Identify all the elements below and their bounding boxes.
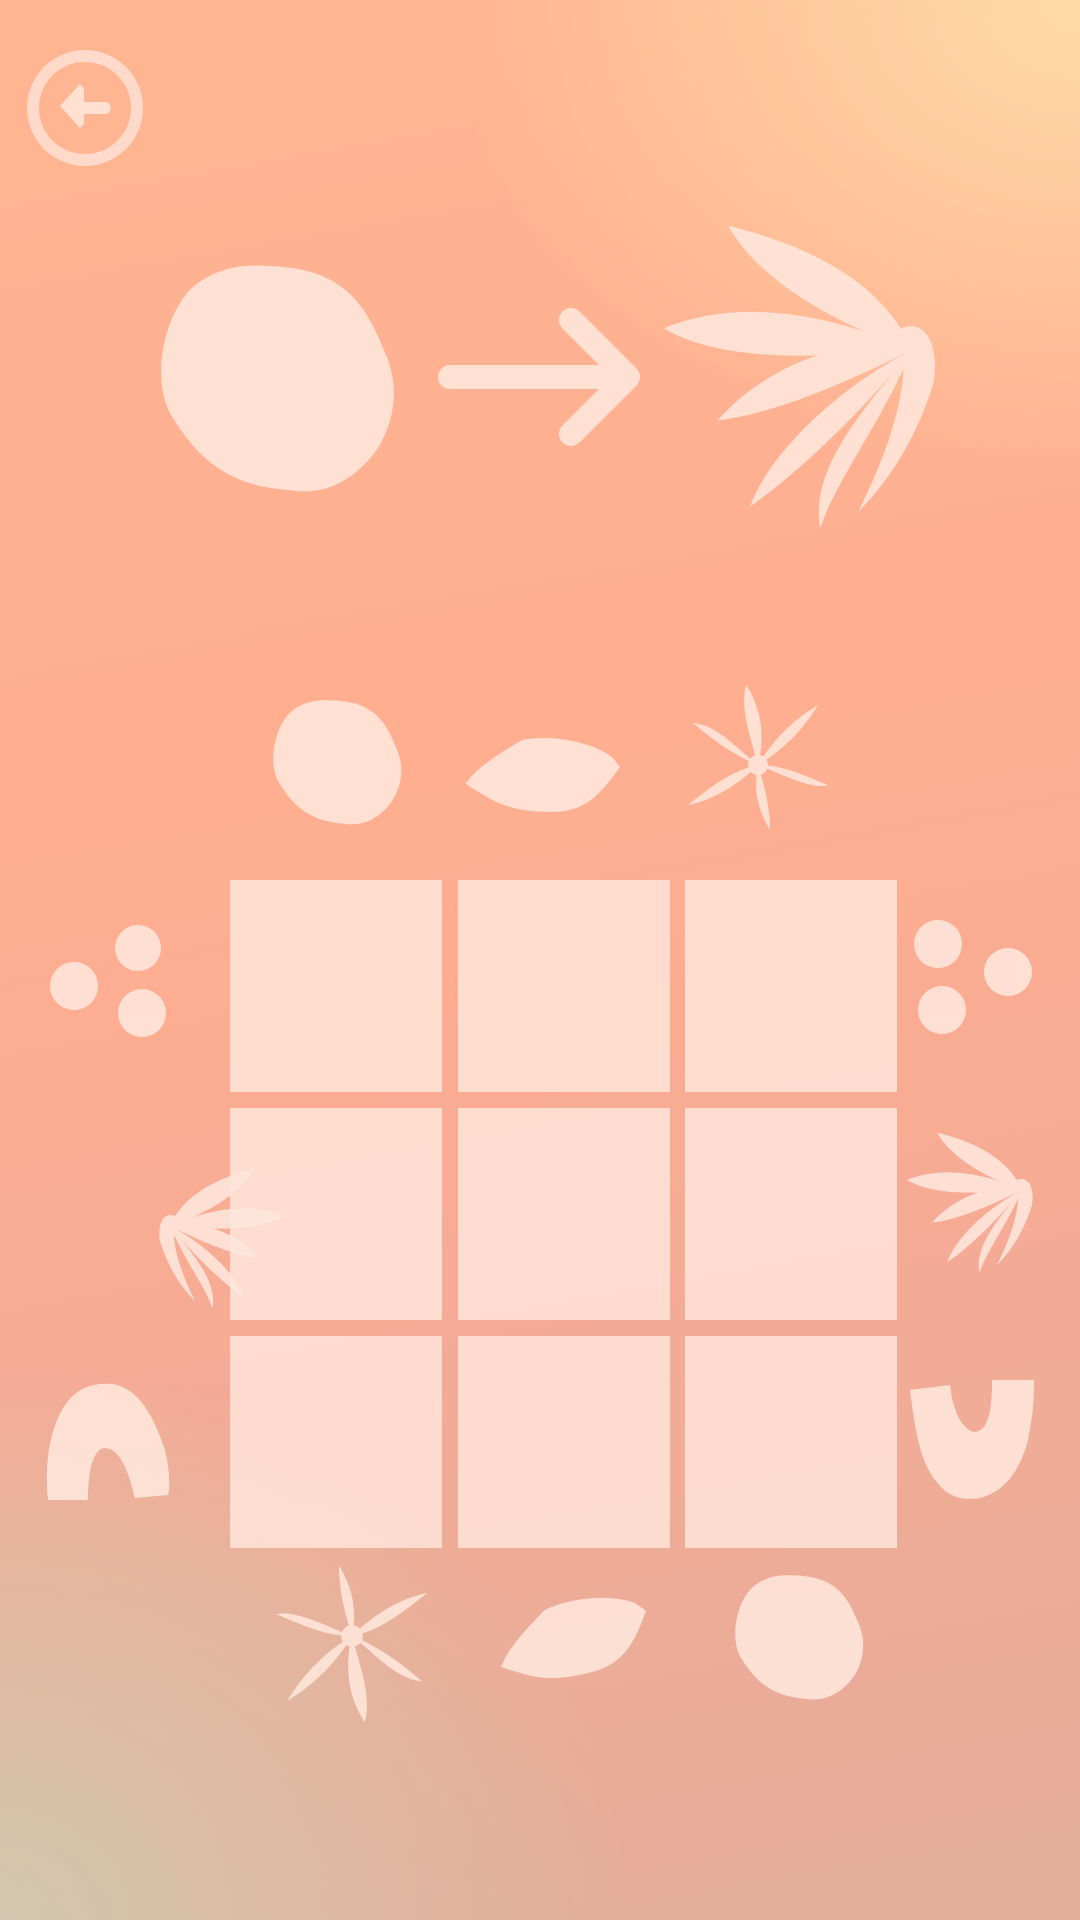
grid-cell-r3-c2[interactable]	[458, 1336, 670, 1548]
grid-cell-r2-c2[interactable]	[458, 1108, 670, 1320]
bottom-clue-lens-blob-icon	[489, 1582, 658, 1695]
right-arrow-icon	[438, 308, 640, 446]
grid-cell-r1-c1[interactable]	[230, 880, 442, 1092]
game-board	[27, 50, 1034, 1723]
puzzle-grid	[230, 880, 897, 1548]
top-clue-star-flower-icon	[688, 685, 828, 830]
back-arrow-icon	[60, 84, 111, 128]
grid-cell-r3-c1[interactable]	[230, 1336, 442, 1548]
left-clue-arch-icon	[46, 1383, 170, 1500]
grid-cell-r1-c2[interactable]	[458, 880, 670, 1092]
bottom-clue-star-flower-icon	[276, 1565, 428, 1723]
bottom-clue-round-blob-icon	[735, 1575, 864, 1700]
rule-display	[161, 225, 935, 529]
bottom-clues	[276, 1565, 864, 1723]
grid-cell-r3-c3[interactable]	[685, 1336, 897, 1548]
top-clues	[273, 685, 828, 830]
right-clues	[907, 920, 1034, 1499]
right-clue-leaf-icon	[907, 1132, 1033, 1273]
top-clue-lens-blob-icon	[465, 737, 620, 812]
right-clue-cup-icon	[910, 1380, 1034, 1499]
grid-cell-r2-c3[interactable]	[685, 1108, 897, 1320]
rule-from-blob-icon	[161, 265, 394, 492]
right-clue-three-dots-icon	[914, 920, 1032, 1034]
back-button[interactable]	[27, 50, 143, 166]
rule-to-leaf-icon	[663, 225, 935, 529]
left-clue-three-dots-icon	[50, 925, 166, 1037]
grid-cell-r1-c3[interactable]	[685, 880, 897, 1092]
top-clue-round-blob-icon	[273, 700, 402, 825]
